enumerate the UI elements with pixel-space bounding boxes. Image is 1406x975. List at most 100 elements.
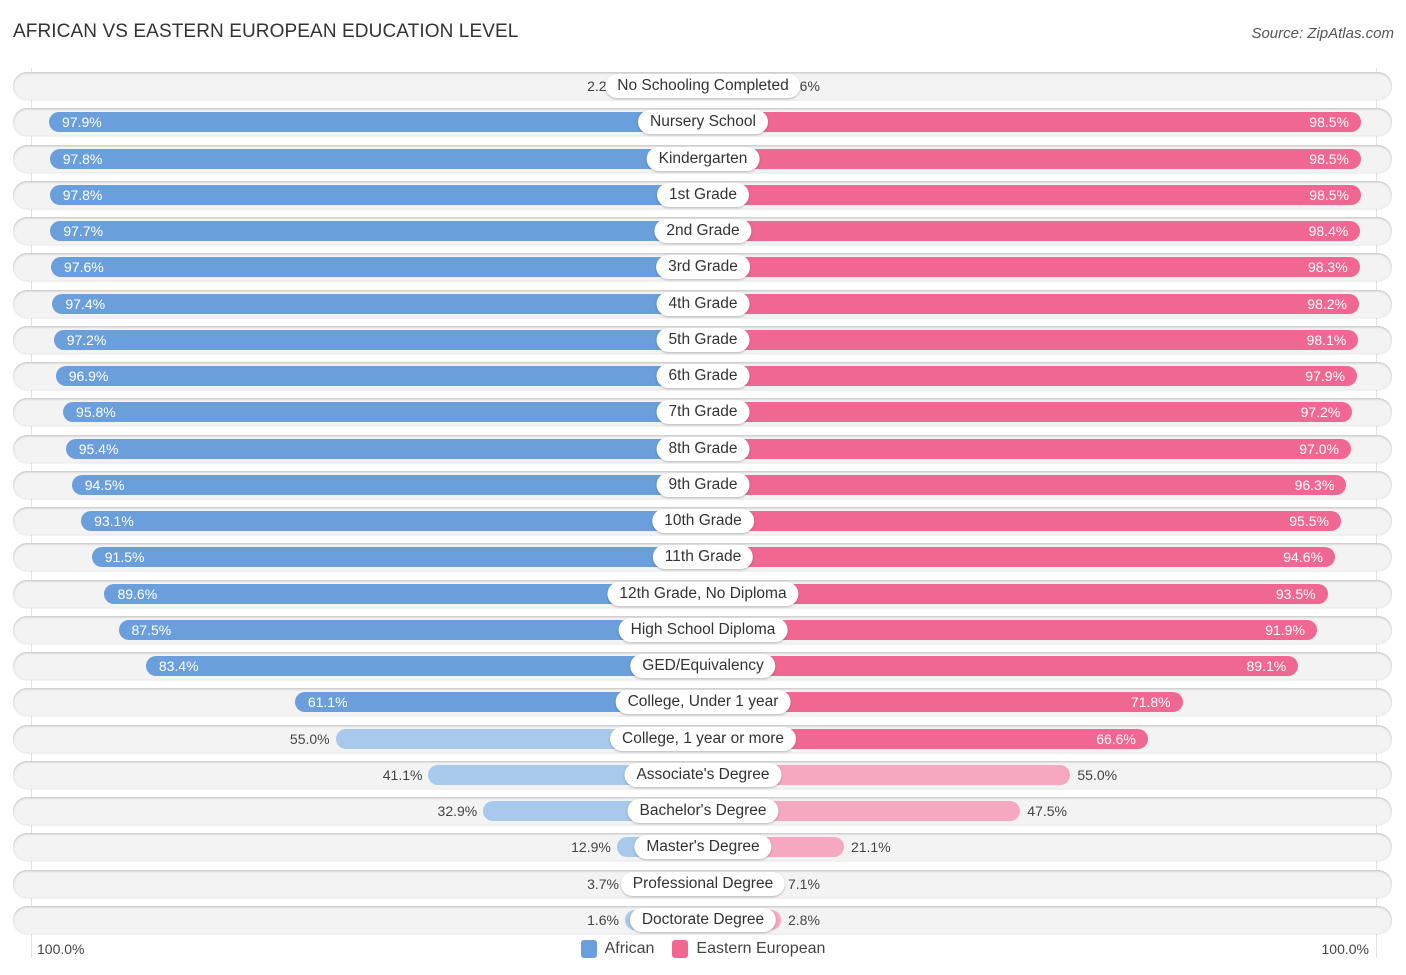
bar-african-ged-equivalency[interactable] xyxy=(145,656,703,676)
value-label-eastern-european-doctorate-degree: 2.8% xyxy=(788,911,820,928)
value-label-eastern-european-10th-grade: 95.5% xyxy=(1289,513,1329,529)
value-label-eastern-european-8th-grade: 97.0% xyxy=(1299,440,1339,457)
value-label-eastern-european-ged-equivalency: 89.1% xyxy=(1246,658,1287,674)
bar-african-7th-grade[interactable] xyxy=(63,402,703,423)
bar-eastern-european-3rd-grade[interactable] xyxy=(703,257,1360,278)
value-label-eastern-european-1st-grade: 98.5% xyxy=(1309,186,1349,203)
legend-swatch-eastern-european xyxy=(672,940,689,958)
bar-african-2nd-grade[interactable] xyxy=(50,221,703,241)
category-label-5th-grade: 5th Grade xyxy=(656,327,750,352)
legend-label-eastern-european: Eastern European xyxy=(696,940,826,957)
bar-african-nursery-school[interactable] xyxy=(49,112,703,133)
value-label-african-ged-equivalency: 83.4% xyxy=(158,658,199,674)
bar-african-1st-grade[interactable] xyxy=(49,184,703,205)
value-label-eastern-european-3rd-grade: 98.3% xyxy=(1307,259,1348,276)
value-label-african-associate-s-degree: 41.1% xyxy=(382,766,423,783)
category-label-4th-grade: 4th Grade xyxy=(656,291,750,316)
source-label: Source: ZipAtlas.com xyxy=(1251,25,1394,42)
value-label-african-3rd-grade: 97.6% xyxy=(64,259,104,276)
bar-african-6th-grade[interactable] xyxy=(55,366,703,386)
value-label-african-high-school-diploma: 87.5% xyxy=(131,621,172,638)
category-label-12th-grade-no-diploma: 12th Grade, No Diploma xyxy=(607,581,799,606)
category-label-no-schooling-completed: No Schooling Completed xyxy=(605,74,801,98)
value-label-eastern-european-bachelor-s-degree: 47.5% xyxy=(1027,803,1067,819)
category-label-college-1-year-or-more: College, 1 year or more xyxy=(610,726,796,751)
bar-eastern-european-7th-grade[interactable] xyxy=(703,402,1353,423)
value-label-african-college-under-1-year: 61.1% xyxy=(307,694,348,711)
value-label-african-12th-grade-no-diploma: 89.6% xyxy=(117,585,158,602)
bar-african-high-school-diploma[interactable] xyxy=(118,619,703,640)
bar-eastern-european-11th-grade[interactable] xyxy=(703,547,1335,568)
legend: African Eastern European xyxy=(0,940,1406,958)
value-label-african-bachelor-s-degree: 32.9% xyxy=(437,803,478,819)
value-label-eastern-european-kindergarten: 98.5% xyxy=(1309,150,1349,167)
value-label-african-professional-degree: 3.7% xyxy=(587,875,619,892)
bar-eastern-european-10th-grade[interactable] xyxy=(703,511,1341,531)
bar-eastern-european-4th-grade[interactable] xyxy=(703,293,1359,314)
bar-african-3rd-grade[interactable] xyxy=(51,257,703,278)
value-label-african-7th-grade: 95.8% xyxy=(76,404,116,421)
value-label-eastern-european-associate-s-degree: 55.0% xyxy=(1077,766,1118,783)
bar-african-4th-grade[interactable] xyxy=(52,293,703,314)
value-label-african-master-s-degree: 12.9% xyxy=(571,839,611,856)
bar-african-kindergarten[interactable] xyxy=(49,148,703,169)
value-label-eastern-european-5th-grade: 98.1% xyxy=(1306,331,1347,348)
category-label-nursery-school: Nursery School xyxy=(638,110,768,135)
value-label-african-college-1-year-or-more: 55.0% xyxy=(289,730,330,747)
legend-item-eastern-european[interactable]: Eastern European xyxy=(672,940,825,958)
bar-eastern-european-high-school-diploma[interactable] xyxy=(703,619,1317,640)
value-label-african-8th-grade: 95.4% xyxy=(78,440,119,457)
value-label-eastern-european-12th-grade-no-diploma: 93.5% xyxy=(1275,585,1316,602)
bar-african-11th-grade[interactable] xyxy=(91,547,703,568)
bar-eastern-european-5th-grade[interactable] xyxy=(703,329,1359,350)
category-label-9th-grade: 9th Grade xyxy=(656,472,750,497)
category-label-professional-degree: Professional Degree xyxy=(620,871,786,896)
category-label-doctorate-degree: Doctorate Degree xyxy=(629,907,777,932)
value-label-eastern-european-4th-grade: 98.2% xyxy=(1307,295,1347,312)
bar-eastern-european-nursery-school[interactable] xyxy=(703,112,1361,133)
value-label-eastern-european-college-under-1-year: 71.8% xyxy=(1130,694,1171,711)
value-label-african-10th-grade: 93.1% xyxy=(94,513,134,529)
category-label-11th-grade: 11th Grade xyxy=(652,545,754,570)
bar-eastern-european-1st-grade[interactable] xyxy=(703,184,1361,205)
value-label-eastern-european-high-school-diploma: 91.9% xyxy=(1265,621,1305,638)
legend-swatch-african xyxy=(580,940,597,958)
category-label-college-under-1-year: College, Under 1 year xyxy=(615,690,791,715)
bar-african-5th-grade[interactable] xyxy=(53,329,703,350)
value-label-african-kindergarten: 97.8% xyxy=(62,150,103,167)
value-label-eastern-european-master-s-degree: 21.1% xyxy=(850,839,891,856)
bar-eastern-european-2nd-grade[interactable] xyxy=(703,221,1361,241)
value-label-eastern-european-7th-grade: 97.2% xyxy=(1300,404,1341,421)
category-label-1st-grade: 1st Grade xyxy=(656,182,750,207)
bar-african-10th-grade[interactable] xyxy=(81,511,703,531)
value-label-african-doctorate-degree: 1.6% xyxy=(587,911,619,928)
bar-eastern-european-ged-equivalency[interactable] xyxy=(703,656,1299,676)
category-label-6th-grade: 6th Grade xyxy=(656,364,750,388)
value-label-eastern-european-nursery-school: 98.5% xyxy=(1309,114,1349,131)
category-label-master-s-degree: Master's Degree xyxy=(634,835,772,860)
category-label-10th-grade: 10th Grade xyxy=(652,509,754,533)
category-label-bachelor-s-degree: Bachelor's Degree xyxy=(627,799,779,823)
legend-label-african: African xyxy=(604,940,655,957)
value-label-eastern-european-6th-grade: 97.9% xyxy=(1305,368,1345,384)
category-label-3rd-grade: 3rd Grade xyxy=(656,255,750,280)
value-label-eastern-european-11th-grade: 94.6% xyxy=(1283,549,1323,566)
category-label-8th-grade: 8th Grade xyxy=(656,436,750,461)
bar-eastern-european-8th-grade[interactable] xyxy=(703,438,1351,459)
legend-item-african[interactable]: African xyxy=(580,940,655,958)
bar-african-9th-grade[interactable] xyxy=(71,474,703,495)
value-label-african-4th-grade: 97.4% xyxy=(65,295,106,312)
category-label-high-school-diploma: High School Diploma xyxy=(618,617,788,642)
category-label-2nd-grade: 2nd Grade xyxy=(654,219,752,243)
value-label-eastern-european-9th-grade: 96.3% xyxy=(1294,476,1335,493)
bar-african-8th-grade[interactable] xyxy=(65,438,703,459)
value-label-eastern-european-2nd-grade: 98.4% xyxy=(1308,223,1349,239)
value-label-african-6th-grade: 96.9% xyxy=(68,368,109,384)
bar-eastern-european-9th-grade[interactable] xyxy=(703,474,1347,495)
bar-eastern-european-kindergarten[interactable] xyxy=(703,148,1361,169)
value-label-eastern-european-professional-degree: 7.1% xyxy=(788,875,820,892)
value-label-eastern-european-college-1-year-or-more: 66.6% xyxy=(1096,730,1136,747)
value-label-african-5th-grade: 97.2% xyxy=(66,331,107,348)
chart-title: AFRICAN VS EASTERN EUROPEAN EDUCATION LE… xyxy=(13,21,519,42)
bar-eastern-european-6th-grade[interactable] xyxy=(703,366,1357,386)
